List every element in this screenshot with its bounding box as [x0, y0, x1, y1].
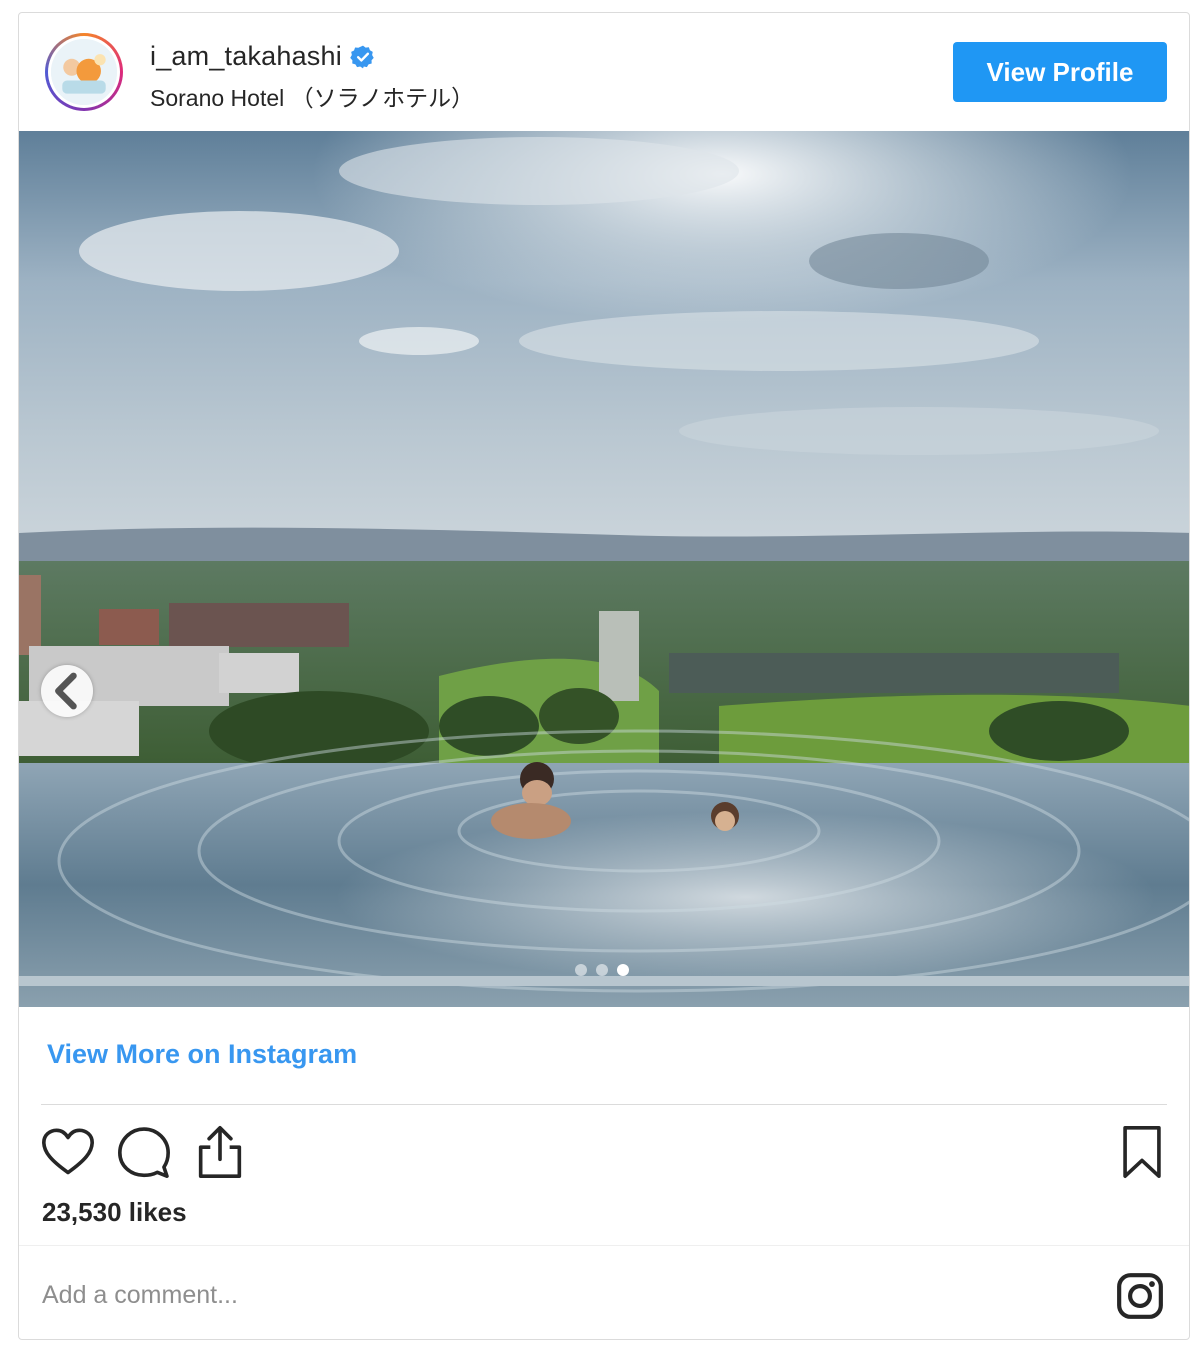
view-profile-button[interactable]: View Profile [953, 42, 1167, 102]
location-link[interactable]: Sorano Hotel （ソラノホテル） [150, 79, 474, 113]
bookmark-icon [1123, 1126, 1161, 1178]
carousel-dot [575, 964, 587, 976]
carousel-indicator [575, 964, 629, 976]
avatar[interactable] [45, 33, 123, 111]
instagram-embed-card: i_am_takahashi Sorano Hotel （ソラノホテル） Vie… [18, 12, 1190, 1340]
username[interactable]: i_am_takahashi [150, 41, 342, 72]
chevron-left-icon [55, 672, 77, 710]
heart-icon [42, 1128, 94, 1175]
carousel-dot [596, 964, 608, 976]
likes-count[interactable]: 23,530 likes [42, 1197, 187, 1228]
share-icon [198, 1126, 242, 1178]
save-button[interactable] [1113, 1123, 1171, 1181]
carousel-dot-active [617, 964, 629, 976]
share-button[interactable] [191, 1123, 249, 1181]
divider [41, 1104, 1167, 1105]
post-photo[interactable] [19, 131, 1189, 1007]
carousel-prev-button[interactable] [41, 665, 93, 717]
comment-button[interactable] [115, 1123, 173, 1181]
post-header: i_am_takahashi Sorano Hotel （ソラノホテル） Vie… [19, 13, 1189, 131]
like-button[interactable] [39, 1123, 97, 1181]
divider [19, 1245, 1189, 1246]
comment-input[interactable] [42, 1271, 1102, 1319]
verified-badge-icon [350, 44, 376, 70]
instagram-icon[interactable] [1115, 1271, 1165, 1321]
comment-icon [118, 1127, 170, 1178]
view-more-link[interactable]: View More on Instagram [47, 1039, 357, 1070]
